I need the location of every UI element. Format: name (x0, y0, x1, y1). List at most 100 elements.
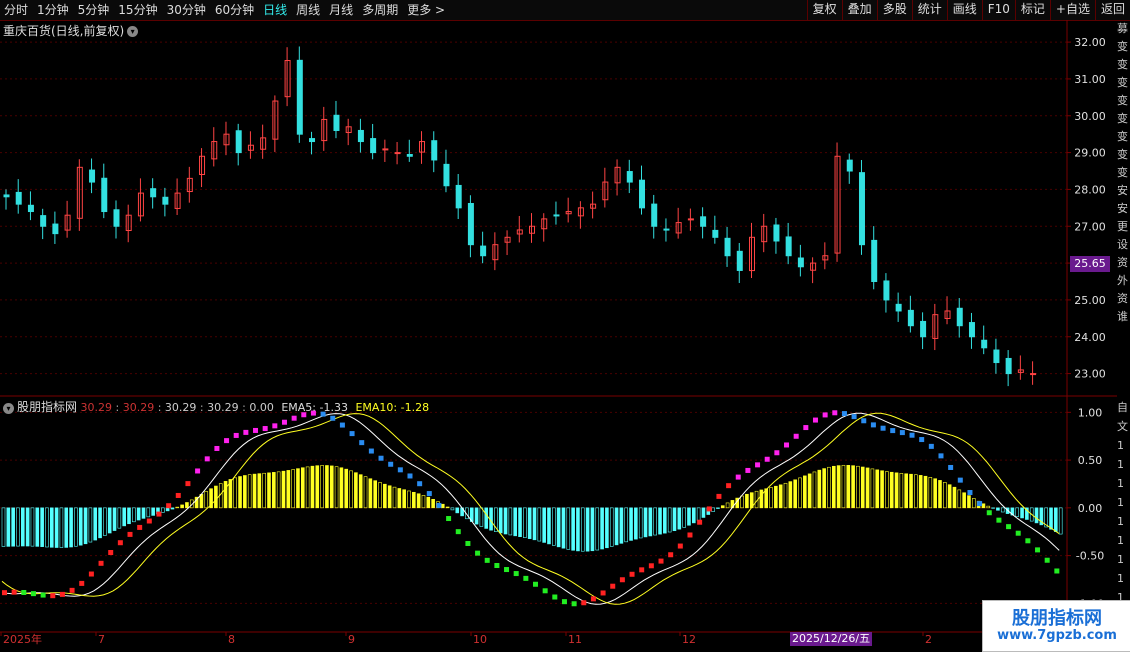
period-tab[interactable]: 更多 > (407, 2, 445, 18)
time-axis-label: 12 (682, 633, 696, 646)
histogram-bar (485, 508, 488, 529)
histogram-bar (938, 480, 941, 507)
chevron-down-icon[interactable]: ▾ (127, 26, 138, 37)
side-strip-char: 安 (1117, 182, 1130, 200)
histogram-bar (509, 508, 512, 535)
period-tab[interactable]: 30分钟 (167, 2, 206, 18)
period-tab[interactable]: 5分钟 (78, 2, 110, 18)
indicator-value: 0.00 (246, 401, 274, 414)
histogram-bar (861, 467, 864, 508)
period-tab[interactable]: 分时 (4, 2, 28, 18)
histogram-bar (557, 508, 560, 547)
histogram-bar (519, 508, 522, 537)
candle-body (713, 230, 718, 237)
signal-dot (1006, 524, 1011, 529)
period-tab[interactable]: 周线 (296, 2, 320, 18)
histogram-bar (552, 508, 555, 546)
histogram-bar (84, 508, 87, 544)
candle-body (1006, 358, 1011, 373)
time-axis-label: 7 (98, 633, 105, 646)
side-strip-char: 资 (1117, 254, 1130, 272)
signal-dot (350, 431, 355, 436)
candle-body (859, 173, 864, 245)
side-strip-char: 1 (1117, 493, 1130, 512)
candle-body (468, 204, 473, 245)
histogram-bar (591, 508, 594, 551)
candle-body (652, 204, 657, 226)
candle-body (456, 185, 461, 207)
histogram-bar (625, 508, 628, 542)
toolbar-button[interactable]: 画线 (947, 0, 982, 20)
indicator-axis-label: -0.50 (1076, 550, 1104, 563)
stock-chart[interactable]: 32.0031.0030.0029.0028.0027.0026.0025.00… (0, 20, 1117, 650)
period-tab[interactable]: 日线 (263, 2, 287, 18)
toolbar-button[interactable]: 多股 (877, 0, 912, 20)
side-strip-char: 设 (1117, 236, 1130, 254)
toolbar-button[interactable]: +自选 (1050, 0, 1095, 20)
histogram-bar (147, 508, 150, 517)
toolbar-button[interactable]: 复权 (807, 0, 842, 20)
last-price-tag: 25.65 (1070, 256, 1110, 272)
histogram-bar (60, 508, 63, 548)
signal-dot (340, 423, 345, 428)
toolbar-button[interactable]: 标记 (1015, 0, 1050, 20)
toolbar-button[interactable]: 统计 (912, 0, 947, 20)
histogram-bar (533, 508, 536, 540)
side-strip-char: 1 (1117, 550, 1130, 569)
period-tab[interactable]: 60分钟 (215, 2, 254, 18)
histogram-bar (335, 467, 338, 508)
indicator-value: : (196, 401, 203, 414)
side-strip-char: 1 (1117, 569, 1130, 588)
period-tab[interactable]: 15分钟 (118, 2, 157, 18)
signal-dot (601, 590, 606, 595)
candle-body (334, 115, 339, 130)
signal-dot (89, 572, 94, 577)
toolbar-button[interactable]: 返回 (1095, 0, 1130, 20)
histogram-bar (16, 508, 19, 546)
signal-dot (70, 588, 75, 593)
candlestick-series (4, 46, 1036, 386)
time-axis-label: 9 (348, 633, 355, 646)
signal-dot (938, 453, 943, 458)
indicator-axis-label: 0.00 (1078, 502, 1103, 515)
indicator-axis-label: 1.00 (1078, 406, 1103, 419)
histogram-bar (543, 508, 546, 543)
histogram-bar (856, 466, 859, 508)
candle-body (786, 237, 791, 256)
histogram-bar (243, 475, 246, 507)
histogram-bar (697, 508, 700, 520)
histogram-bar (132, 508, 135, 522)
histogram-bar (881, 471, 884, 508)
histogram-bar (446, 507, 449, 508)
histogram-bar (832, 466, 835, 508)
period-tab[interactable]: 1分钟 (37, 2, 69, 18)
histogram-bar (678, 508, 681, 529)
histogram-bar (953, 487, 956, 508)
toolbar-button[interactable]: 叠加 (842, 0, 877, 20)
histogram-bar (205, 491, 208, 507)
signal-dot (1054, 568, 1059, 573)
signal-dot (292, 416, 297, 421)
histogram-bar (137, 508, 140, 520)
signal-dot (784, 442, 789, 447)
histogram-bar (741, 496, 744, 508)
toolbar-button[interactable]: F10 (982, 0, 1015, 20)
histogram-bar (152, 508, 155, 516)
signal-dot (639, 567, 644, 572)
histogram-bar (562, 508, 565, 548)
chevron-down-icon[interactable]: ▾ (3, 403, 14, 414)
signal-dot (1025, 538, 1030, 543)
candle-body (102, 178, 107, 211)
period-tab[interactable]: 月线 (329, 2, 353, 18)
histogram-bar (26, 508, 29, 546)
signal-dot (79, 581, 84, 586)
histogram-bar (774, 486, 777, 508)
histogram-bar (224, 481, 227, 507)
candle-body (114, 210, 119, 226)
period-tab[interactable]: 多周期 (362, 2, 398, 18)
side-indicator-strip: 自文1111111111 (1117, 398, 1130, 626)
signal-dot (330, 416, 335, 421)
histogram-bar (895, 473, 898, 508)
histogram-bar (929, 477, 932, 508)
histogram-bar (982, 504, 985, 508)
